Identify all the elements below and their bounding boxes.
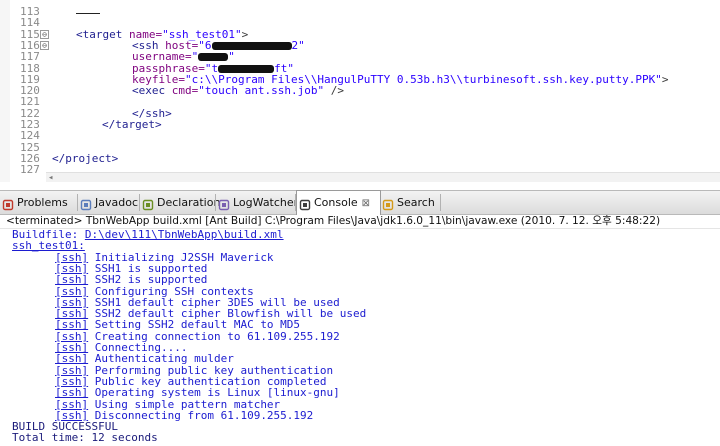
- cursor-mark: [76, 13, 100, 14]
- problems-icon: [2, 196, 14, 211]
- code-text: </target>: [102, 119, 162, 130]
- tab-label: Search: [397, 196, 435, 209]
- console-message: Disconnecting from 61.109.255.192: [94, 408, 314, 422]
- code-token: <exec: [132, 84, 166, 98]
- buildfile-link[interactable]: D:\dev\111\TbnWebApp\build.xml: [85, 229, 284, 241]
- horizontal-scrollbar[interactable]: ◂: [46, 172, 720, 182]
- code-token: 2": [291, 38, 305, 52]
- code-line: 124: [0, 129, 720, 143]
- process-status-text: <terminated> TbnWebApp build.xml [Ant Bu…: [6, 215, 661, 227]
- tab-console[interactable]: Console ⊠: [296, 190, 381, 215]
- code-line: 119 keyfile="c:\\Program Files\\HangulPuT…: [0, 72, 720, 86]
- code-line: 120 <exec cmd="touch ant.ssh.job" />: [0, 85, 720, 97]
- console-output[interactable]: Buildfile: D:\dev\111\TbnWebApp\build.xm…: [0, 229, 720, 446]
- code-token: />: [324, 84, 344, 98]
- code-token: >: [241, 27, 249, 41]
- code-line: 115 ⊖ <target name="ssh_test01">: [0, 27, 720, 41]
- code-line: 113: [0, 6, 720, 18]
- code-token: "6: [198, 38, 212, 52]
- fold-toggle-icon[interactable]: ⊖: [40, 40, 49, 50]
- redaction-mark: [218, 64, 275, 73]
- line-number: 121: [20, 95, 40, 109]
- code-line: 116 ⊖ <ssh host="6 2": [0, 38, 720, 52]
- code-line: 121: [0, 95, 720, 109]
- code-line: 126 </project>: [0, 153, 720, 165]
- line-number: 114: [20, 16, 40, 30]
- code-token: </target>: [102, 118, 162, 131]
- total-time: Total time: 12 seconds: [12, 431, 158, 445]
- code-token: >: [661, 72, 669, 86]
- tab-declaration[interactable]: Declaration: [140, 191, 220, 214]
- search-icon: [382, 196, 394, 211]
- javadoc-icon: [80, 196, 92, 211]
- code-text: </project>: [52, 153, 118, 164]
- view-tab-bar: Problems Javadoc Declaration LogWatcher Cons…: [0, 190, 720, 215]
- code-line: 117 username=" ": [0, 50, 720, 64]
- console-icon: [299, 196, 311, 211]
- tab-problems[interactable]: Problems: [0, 191, 78, 214]
- console-line: Total time: 12 seconds: [12, 432, 158, 443]
- tab-search[interactable]: Search: [380, 191, 441, 214]
- code-token: </project>: [52, 151, 119, 165]
- scroll-left-icon[interactable]: ◂: [48, 173, 53, 182]
- console-status-line: <terminated> TbnWebApp build.xml [Ant Bu…: [0, 214, 720, 229]
- tab-label: Problems: [17, 196, 68, 209]
- tab-javadoc[interactable]: Javadoc: [78, 191, 140, 214]
- code-line: 123 </target>: [0, 119, 720, 131]
- code-token: cmd=: [165, 84, 199, 98]
- tab-label: Declaration: [157, 196, 221, 209]
- tab-label: Javadoc: [95, 196, 138, 209]
- tab-label: LogWatcher: [233, 196, 299, 209]
- logwatcher-icon: [218, 196, 230, 211]
- code-editor[interactable]: 113 114 115 ⊖ <target name="ssh_test01"> 116 ⊖…: [0, 0, 720, 182]
- code-token: ": [228, 50, 235, 64]
- redaction-mark: [198, 53, 229, 62]
- tab-separator: [440, 194, 441, 211]
- line-number: 124: [20, 129, 40, 143]
- code-token: <target: [76, 27, 123, 41]
- redaction-mark: [211, 41, 292, 50]
- declaration-icon: [142, 196, 154, 211]
- close-icon[interactable]: ⊠: [362, 198, 370, 209]
- line-number: 127: [20, 163, 40, 177]
- code-token: "touch ant.ssh.job": [198, 84, 325, 98]
- fold-toggle-icon[interactable]: ⊖: [40, 29, 49, 39]
- code-text: <exec cmd="touch ant.ssh.job" />: [132, 85, 344, 96]
- line-number: 117: [20, 50, 40, 64]
- tab-logwatcher[interactable]: LogWatcher: [216, 191, 299, 214]
- tab-label: Console: [314, 196, 358, 209]
